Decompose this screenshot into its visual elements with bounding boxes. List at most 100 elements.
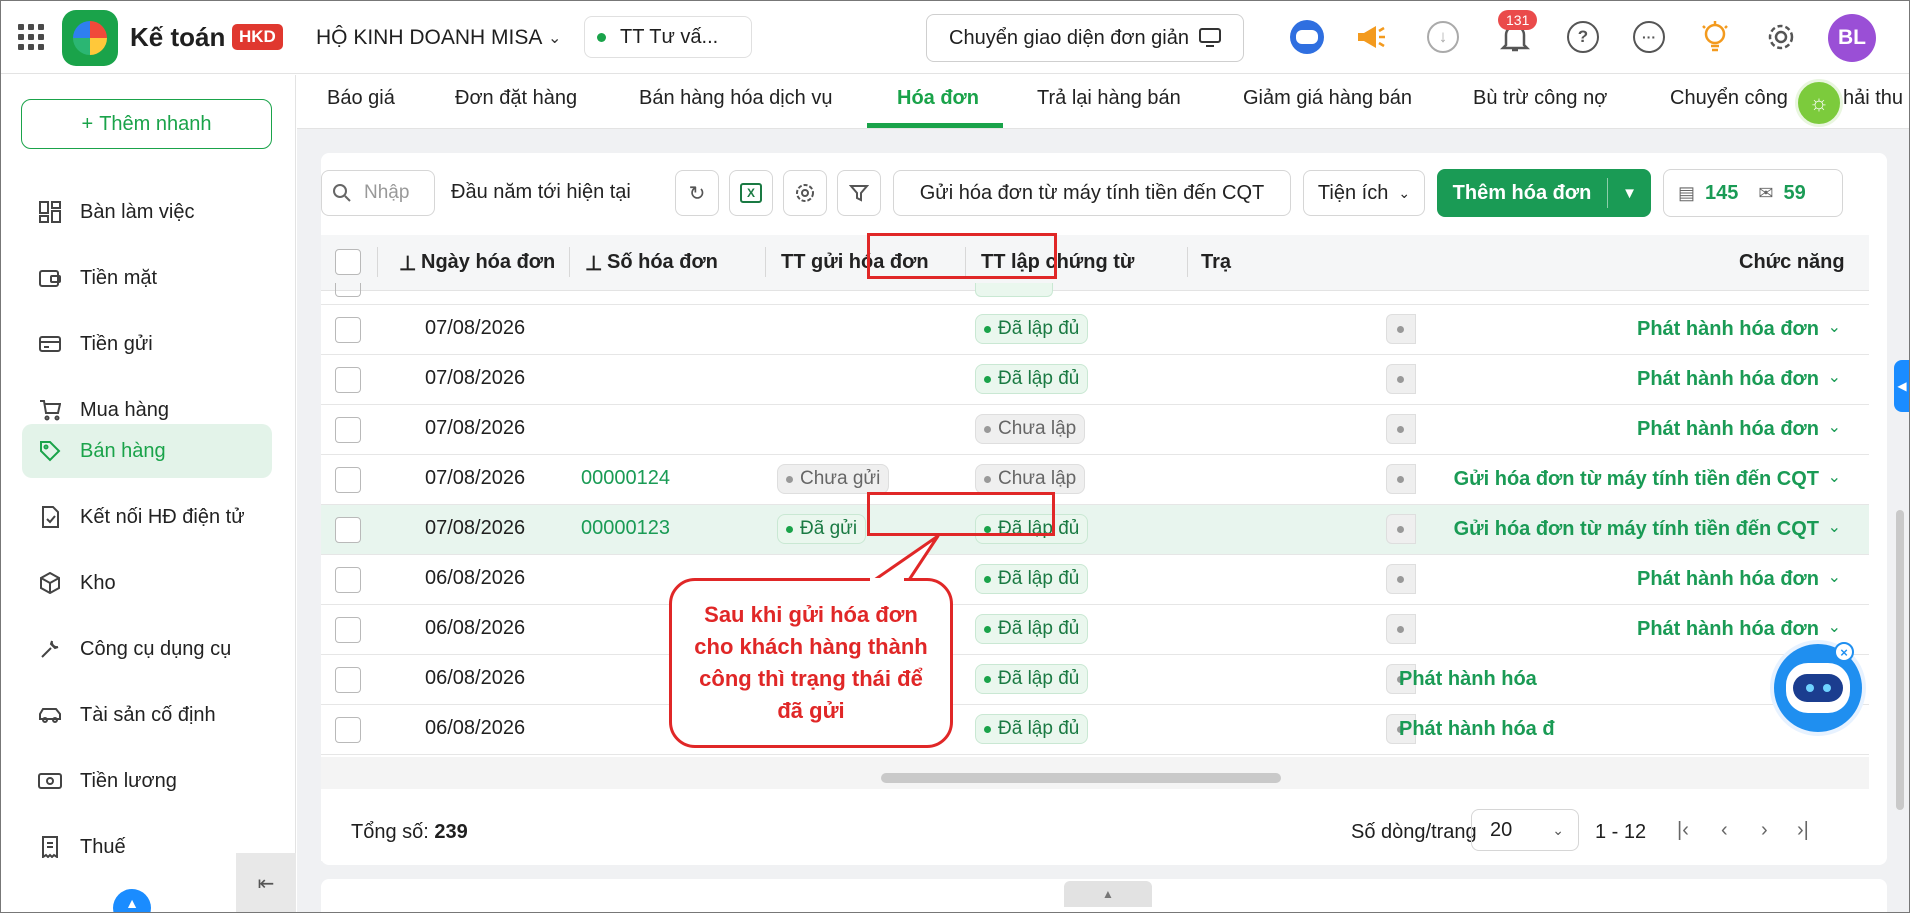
scroll-up-icon[interactable]: ▲: [113, 889, 151, 913]
row-action-link[interactable]: Gửi hóa đơn từ máy tính tiền đến CQT: [1454, 518, 1819, 541]
simple-mode-button[interactable]: Chuyển giao diện đơn giản: [926, 14, 1244, 62]
prev-page-icon[interactable]: ‹: [1721, 819, 1728, 842]
table-row[interactable]: 06/08/2026 Đã lập đủ Phát hành hóa đơn ⌄: [321, 555, 1869, 605]
sidebar-item-sales[interactable]: Bán hàng: [22, 424, 272, 478]
row-action-link[interactable]: Phát hành hóa đơn: [1637, 568, 1819, 591]
row-checkbox[interactable]: [335, 517, 361, 543]
tab-quote[interactable]: Báo giá: [327, 87, 395, 110]
vertical-scrollbar[interactable]: [1896, 510, 1904, 810]
chevron-down-icon[interactable]: ⌄: [1828, 617, 1841, 637]
chevron-down-icon[interactable]: ⌄: [548, 28, 561, 48]
header-invoice-number[interactable]: Số hóa đơn: [607, 251, 718, 274]
table-row[interactable]: 06/08/2026 Đã lập đủ Phát hành hóa: [321, 655, 1869, 705]
status-selector[interactable]: TT Tư vấ...: [584, 16, 752, 58]
table-row[interactable]: 07/08/2026 Đã lập đủ Phát hành hóa đơn ⌄: [321, 305, 1869, 355]
first-page-icon[interactable]: |‹: [1677, 819, 1689, 842]
row-checkbox[interactable]: [335, 317, 361, 343]
table-row[interactable]: 07/08/2026 00000124 Chưa gửi Chưa lập Gử…: [321, 455, 1869, 505]
next-page-icon[interactable]: ›: [1761, 819, 1768, 842]
lightbulb-icon[interactable]: ☼: [1795, 79, 1843, 127]
excel-icon[interactable]: X: [729, 170, 773, 216]
close-icon[interactable]: ×: [1834, 642, 1854, 662]
table-row[interactable]: 06/08/2026 Đã lập đủ Phát hành hóa đơn ⌄: [321, 605, 1869, 655]
table-row[interactable]: 06/08/2026 Đã lập đủ Phát hành hóa đ: [321, 705, 1869, 755]
pin-icon[interactable]: ⊥: [585, 251, 602, 276]
help-icon[interactable]: ?: [1564, 18, 1602, 56]
sidebar-item-cash[interactable]: Tiền mặt: [22, 251, 272, 305]
add-invoice-button[interactable]: Thêm hóa đơn ▼: [1437, 169, 1651, 217]
tab-sales-service[interactable]: Bán hàng hóa dịch vụ: [639, 87, 833, 110]
send-to-cqt-button[interactable]: Gửi hóa đơn từ máy tính tiền đến CQT: [893, 170, 1291, 216]
row-checkbox[interactable]: [335, 617, 361, 643]
refresh-icon[interactable]: ↻: [675, 170, 719, 216]
chevron-down-icon[interactable]: ⌄: [1828, 417, 1841, 437]
row-action-link[interactable]: Phát hành hóa đơn: [1637, 418, 1819, 441]
user-avatar[interactable]: BL: [1828, 14, 1876, 62]
last-page-icon[interactable]: ›|: [1797, 819, 1809, 842]
table-row[interactable]: 07/08/2026 00000123 Đã gửi Đã lập đủ Gửi…: [321, 505, 1869, 555]
chevron-down-icon[interactable]: ⌄: [1828, 317, 1841, 337]
scrollbar-thumb[interactable]: [881, 773, 1281, 783]
row-action-link[interactable]: Phát hành hóa đơn: [1637, 318, 1819, 341]
more-icon[interactable]: ···: [1630, 18, 1668, 56]
doc-count[interactable]: 145: [1705, 182, 1738, 205]
tab-order[interactable]: Đơn đặt hàng: [455, 87, 577, 110]
chevron-down-icon[interactable]: ⌄: [1828, 467, 1841, 487]
tab-debt-offset[interactable]: Bù trừ công nợ: [1473, 87, 1607, 110]
row-checkbox[interactable]: [335, 367, 361, 393]
sidebar-item-desk[interactable]: Bàn làm việc: [22, 185, 272, 239]
gear-icon[interactable]: [1762, 18, 1800, 56]
expand-up-icon[interactable]: ▲: [1064, 881, 1152, 907]
add-dropdown-chevron-icon[interactable]: ▼: [1608, 185, 1651, 202]
row-action-link[interactable]: Phát hành hóa đơn: [1637, 368, 1819, 391]
row-checkbox[interactable]: [335, 717, 361, 743]
tab-transfer[interactable]: Chuyển công: [1670, 87, 1788, 110]
company-selector[interactable]: HỘ KINH DOANH MISA: [316, 26, 542, 50]
sidebar-item-tools[interactable]: Công cụ dụng cụ: [22, 622, 272, 676]
select-all-checkbox[interactable]: [335, 249, 361, 275]
chevron-down-icon[interactable]: ⌄: [1828, 517, 1841, 537]
app-grid-icon[interactable]: [18, 24, 44, 50]
sidebar-item-tax[interactable]: Thuế: [22, 820, 272, 874]
row-action-link[interactable]: Phát hành hóa đ: [1399, 718, 1555, 741]
period-filter[interactable]: Đầu năm tới hiện tại: [451, 181, 631, 204]
utility-dropdown[interactable]: Tiện ích ⌄: [1303, 170, 1425, 216]
download-icon[interactable]: ↓: [1424, 18, 1462, 56]
tab-sales-return[interactable]: Trả lại hàng bán: [1037, 87, 1181, 110]
sidebar-item-salary[interactable]: Tiền lương: [22, 754, 272, 808]
settings-icon[interactable]: [783, 170, 827, 216]
chevron-down-icon[interactable]: ⌄: [1828, 367, 1841, 387]
invoice-number-link[interactable]: 00000123: [581, 517, 670, 540]
tab-transfer-cont[interactable]: hải thu: [1843, 87, 1903, 110]
sidebar-item-assets[interactable]: Tài sản cố định: [22, 688, 272, 742]
sidebar-item-einvoice[interactable]: Kết nối HĐ điện tử: [22, 490, 272, 544]
rows-per-page-select[interactable]: 20 ⌄: [1471, 809, 1579, 851]
sidebar-item-warehouse[interactable]: Kho: [22, 556, 272, 610]
search-input[interactable]: Nhập: [321, 170, 435, 216]
side-panel-toggle[interactable]: ◀: [1894, 360, 1910, 412]
collapse-sidebar-icon[interactable]: ⇤: [236, 853, 296, 913]
row-action-link[interactable]: Gửi hóa đơn từ máy tính tiền đến CQT: [1454, 468, 1819, 491]
tab-invoice[interactable]: Hóa đơn: [897, 87, 979, 110]
invoice-number-link[interactable]: 00000124: [581, 467, 670, 490]
filter-icon[interactable]: [837, 170, 881, 216]
mail-count[interactable]: 59: [1783, 182, 1805, 205]
pin-icon[interactable]: ⊥: [399, 251, 416, 276]
horizontal-scrollbar[interactable]: [321, 757, 1869, 789]
header-invoice-date[interactable]: Ngày hóa đơn: [421, 251, 555, 274]
row-checkbox[interactable]: [335, 417, 361, 443]
tab-sales-discount[interactable]: Giảm giá hàng bán: [1243, 87, 1412, 110]
header-status[interactable]: Trạ: [1201, 251, 1231, 274]
quick-add-button[interactable]: + Thêm nhanh: [21, 99, 272, 149]
tips-icon[interactable]: [1696, 18, 1734, 56]
row-action-link[interactable]: Phát hành hóa: [1399, 668, 1537, 691]
row-action-link[interactable]: Phát hành hóa đơn: [1637, 618, 1819, 641]
table-row[interactable]: 07/08/2026 Chưa lập Phát hành hóa đơn ⌄: [321, 405, 1869, 455]
chevron-down-icon[interactable]: ⌄: [1828, 567, 1841, 587]
table-row[interactable]: 07/08/2026 Đã lập đủ Phát hành hóa đơn ⌄: [321, 355, 1869, 405]
robot-assistant-icon[interactable]: [1288, 18, 1326, 56]
sidebar-item-deposit[interactable]: Tiền gửi: [22, 317, 272, 371]
row-checkbox[interactable]: [335, 667, 361, 693]
row-checkbox[interactable]: [335, 467, 361, 493]
megaphone-icon[interactable]: [1352, 18, 1390, 56]
